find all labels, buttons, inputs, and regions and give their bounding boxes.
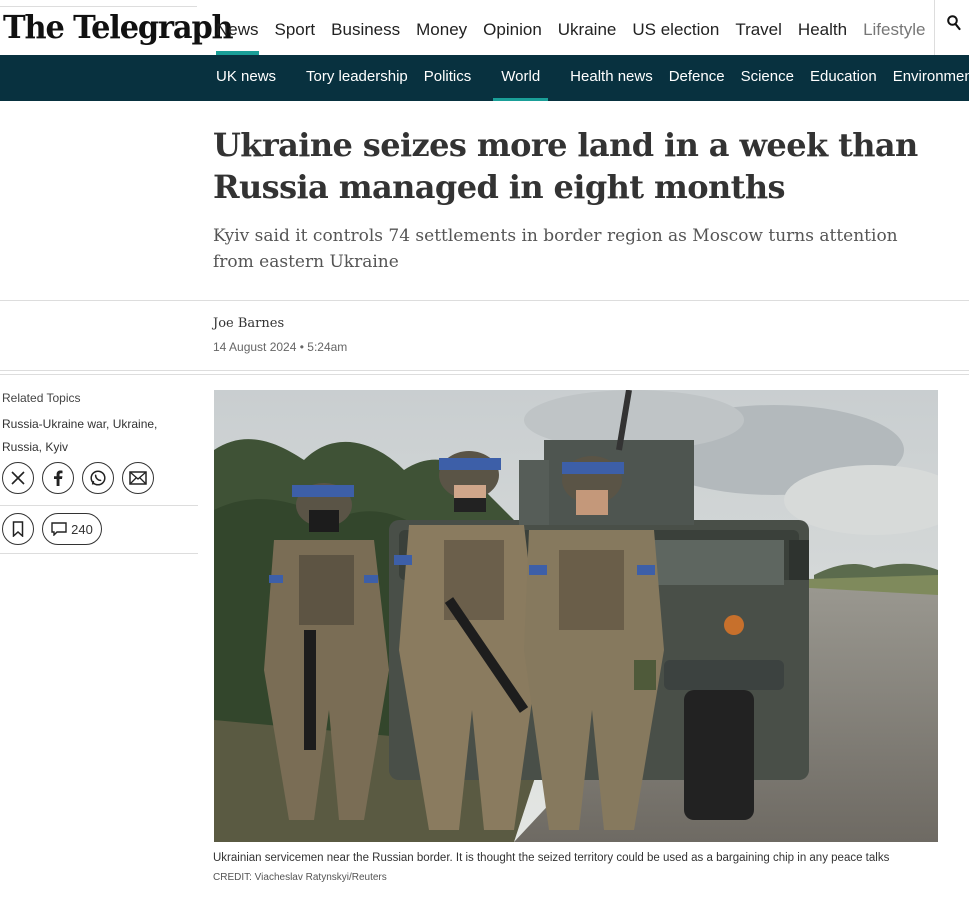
search-icon (947, 15, 961, 31)
email-icon (129, 471, 147, 485)
comments-button[interactable]: 240 (42, 513, 102, 545)
top-nav-ukraine[interactable]: Ukraine (550, 0, 625, 55)
section-nav-science[interactable]: Science (733, 55, 802, 101)
share-x-button[interactable] (2, 462, 34, 494)
article-headline: Ukraine seizes more land in a week than … (213, 126, 918, 206)
article-standfirst: Kyiv said it controls 74 settlements in … (213, 226, 898, 272)
search-button[interactable] (934, 0, 969, 55)
section-nav-tory-leadership[interactable]: Tory leadership (298, 55, 416, 101)
top-nav-lifestyle[interactable]: Lifestyle (855, 0, 933, 55)
author-name[interactable]: Joe Barnes (213, 316, 284, 331)
whatsapp-icon (90, 470, 106, 486)
comment-icon (51, 522, 67, 536)
bookmark-button[interactable] (2, 513, 34, 545)
divider (0, 505, 198, 506)
top-bar: The Telegraph News Sport Business Money … (0, 0, 969, 55)
section-nav-politics[interactable]: Politics (416, 55, 480, 101)
top-nav-money[interactable]: Money (408, 0, 475, 55)
top-nav-us-election[interactable]: US election (624, 0, 727, 55)
share-email-button[interactable] (122, 462, 154, 494)
facebook-icon (54, 470, 63, 486)
comment-count: 240 (71, 521, 93, 537)
section-nav-education[interactable]: Education (802, 55, 885, 101)
related-topics-label: Related Topics (2, 391, 81, 405)
divider (0, 553, 198, 554)
top-nav-opinion[interactable]: Opinion (475, 0, 550, 55)
top-nav-sport[interactable]: Sport (267, 0, 324, 55)
logo-box[interactable]: The Telegraph (0, 0, 234, 55)
telegraph-logo[interactable]: The Telegraph (3, 8, 234, 46)
top-nav: News Sport Business Money Opinion Ukrain… (208, 0, 933, 55)
share-buttons (2, 462, 154, 494)
publish-date: 14 August 2024 • 5:24am (213, 340, 348, 354)
top-nav-business[interactable]: Business (323, 0, 408, 55)
divider (0, 370, 969, 371)
article-photo[interactable] (214, 390, 938, 842)
section-nav-uk-news[interactable]: UK news (208, 55, 284, 101)
section-nav-environment[interactable]: Environment (885, 55, 969, 101)
related-topics-links[interactable]: Russia-Ukraine war, Ukraine, Russia, Kyi… (2, 413, 187, 458)
section-nav-world[interactable]: World (493, 55, 549, 101)
photo-credit: CREDIT: Viacheslav Ratynskyi/Reuters (213, 872, 387, 883)
divider (0, 300, 969, 301)
section-nav: UK news Tory leadership Politics World H… (0, 55, 969, 101)
top-nav-travel[interactable]: Travel (727, 0, 790, 55)
divider (0, 374, 969, 375)
bookmark-icon (12, 521, 24, 537)
section-nav-defence[interactable]: Defence (661, 55, 733, 101)
photo-illustration (214, 390, 938, 842)
section-nav-health-news[interactable]: Health news (562, 55, 661, 101)
top-nav-news[interactable]: News (208, 0, 267, 55)
photo-caption: Ukrainian servicemen near the Russian bo… (213, 852, 890, 864)
top-nav-health[interactable]: Health (790, 0, 855, 55)
share-facebook-button[interactable] (42, 462, 74, 494)
x-icon (11, 471, 25, 485)
share-whatsapp-button[interactable] (82, 462, 114, 494)
